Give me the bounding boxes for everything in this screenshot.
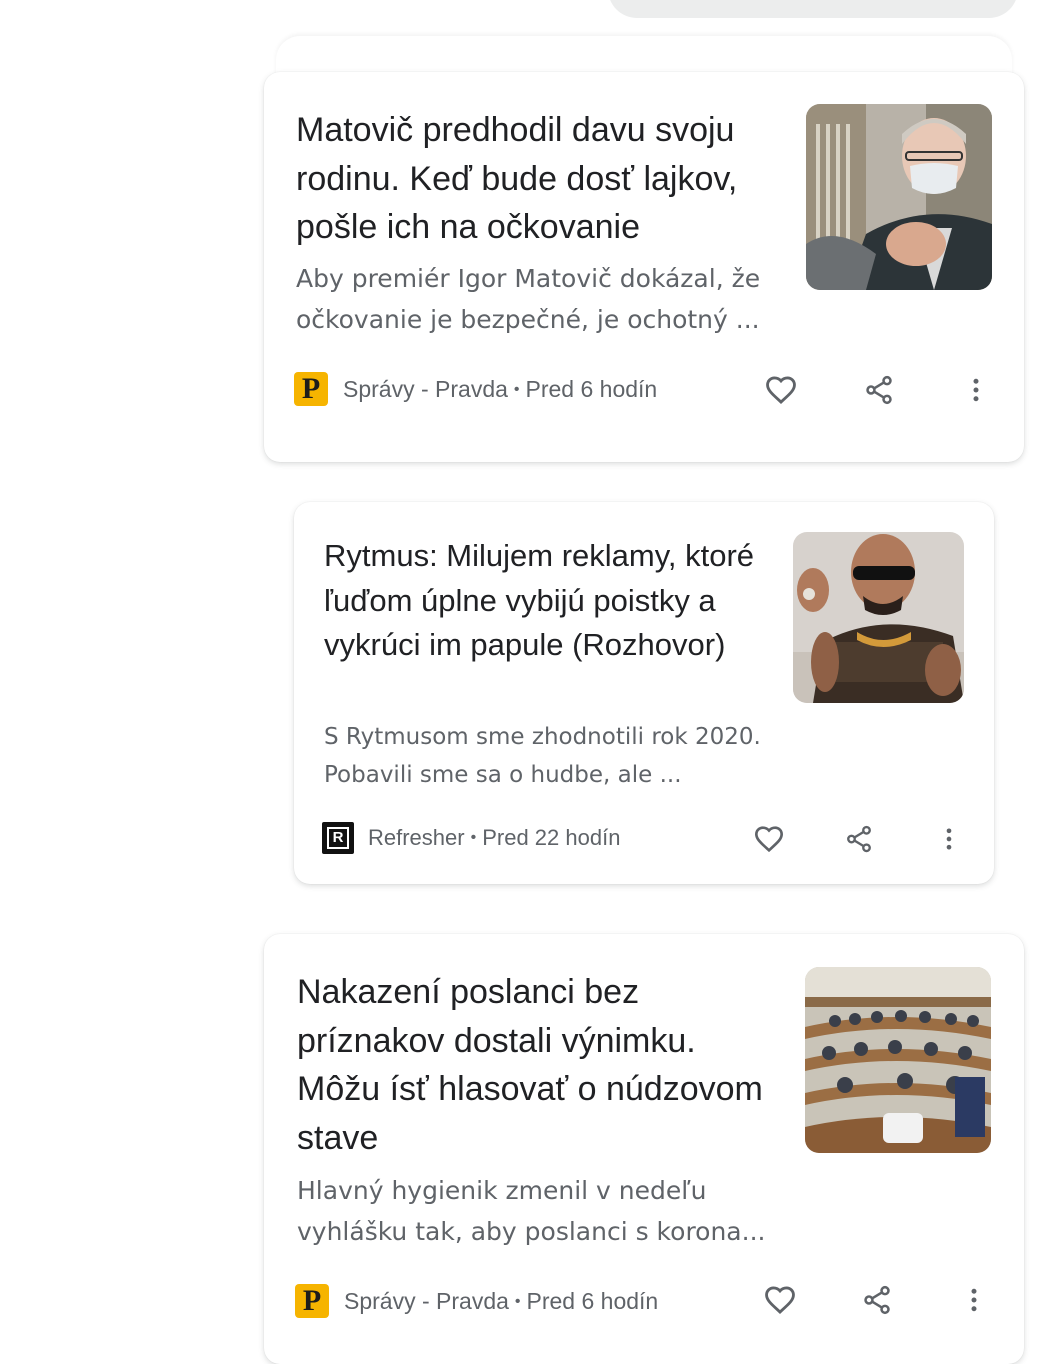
news-card[interactable]: Matovič predhodil davu svoju rodinu. Keď… [264,72,1024,462]
more-options-button[interactable] [952,1278,996,1322]
card-stack-edge [276,36,1012,76]
like-button[interactable] [747,817,791,861]
news-snippet: Hlavný hygienik zmenil v nedeľu vyhlášku… [297,1176,766,1246]
news-time: Pred 6 hodín [525,375,658,402]
heart-icon [766,376,796,404]
news-time: Pred 22 hodín [482,825,621,850]
news-thumbnail[interactable] [805,967,991,1153]
share-icon [847,825,871,853]
news-thumbnail[interactable] [793,532,964,703]
news-meta: P Správy - Pravda • Pred 6 hodín [294,372,657,406]
like-button[interactable] [758,1278,802,1322]
more-vert-icon [946,828,952,850]
more-options-button[interactable] [954,368,998,412]
news-source[interactable]: Refresher [368,825,465,850]
news-headline[interactable]: Nakazení poslanci bez príznakov dostali … [297,968,777,1162]
search-bar-fragment[interactable] [608,0,1018,18]
heart-icon [765,1286,795,1314]
more-options-button[interactable] [927,817,971,861]
pravda-logo-icon: P [295,1284,329,1318]
more-vert-icon [973,378,979,402]
pravda-logo-icon: P [294,372,328,406]
meta-separator: • [470,829,477,846]
news-source[interactable]: Správy - Pravda [344,1288,509,1314]
news-meta: R Refresher • Pred 22 hodín [322,822,620,854]
share-icon [864,1285,890,1315]
share-icon [866,375,892,405]
news-headline[interactable]: Matovič predhodil davu svoju rodinu. Keď… [296,106,786,252]
meta-separator: • [513,380,520,398]
like-button[interactable] [759,368,803,412]
news-snippet: Aby premiér Igor Matovič dokázal, že očk… [296,264,761,334]
refresher-logo-icon: R [322,822,354,854]
news-thumbnail[interactable] [806,104,992,290]
share-button[interactable] [855,1278,899,1322]
news-source[interactable]: Správy - Pravda [343,376,508,402]
news-card[interactable]: Nakazení poslanci bez príznakov dostali … [264,934,1024,1364]
heart-icon [754,826,784,853]
news-meta: P Správy - Pravda • Pred 6 hodín [295,1284,658,1318]
more-vert-icon [971,1288,977,1312]
news-snippet: S Rytmusom sme zhodnotili rok 2020. Poba… [324,724,761,788]
news-time: Pred 6 hodín [526,1287,659,1314]
meta-separator: • [514,1292,521,1310]
news-headline[interactable]: Rytmus: Milujem reklamy, ktoré ľuďom úpl… [324,534,764,668]
share-button[interactable] [857,368,901,412]
news-card[interactable]: Rytmus: Milujem reklamy, ktoré ľuďom úpl… [294,502,994,884]
share-button[interactable] [837,817,881,861]
